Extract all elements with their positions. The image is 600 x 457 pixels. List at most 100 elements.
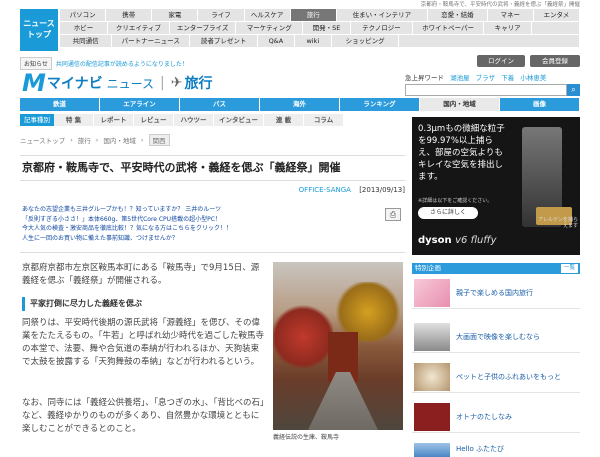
- special-picks-header: 特別企画 一覧: [412, 263, 580, 274]
- nav-item[interactable]: ライフ: [198, 9, 245, 21]
- pick-item[interactable]: Hello ふたたび: [412, 441, 580, 457]
- mynavi-mark-icon: M: [22, 69, 46, 97]
- nav-item[interactable]: マネー: [487, 9, 534, 21]
- nav-item[interactable]: パートナーニュース: [112, 35, 191, 47]
- pr-link[interactable]: 今大人気の検査・激安商品を徹底比較！？気になる方はこちらをクリック！！: [22, 224, 382, 234]
- nav-item[interactable]: 共同通信: [60, 35, 113, 47]
- article-type-nav: 記事種別 特 集 レポート レビュー ハウツー インタビュー 連 載 コラム: [20, 114, 344, 126]
- trending-link[interactable]: 湖池屋: [450, 74, 470, 82]
- photo-caption: 義経伝説の生庫、鞍馬寺: [273, 434, 340, 441]
- travel-tab[interactable]: 海外: [260, 98, 340, 111]
- ad-more-button[interactable]: さらに詳しく: [418, 207, 478, 219]
- print-icon[interactable]: ⎙: [385, 208, 401, 221]
- nav-empty: [532, 22, 580, 34]
- article-date: [2013/09/13]: [359, 186, 405, 194]
- article-photo[interactable]: [273, 262, 403, 430]
- advertisement[interactable]: 0.3μmもの微細な粒子を99.97%以上捕らえ、部屋の空気よりもキレイな空気を…: [412, 117, 580, 255]
- trending-link[interactable]: 下着: [501, 74, 514, 82]
- travel-tab[interactable]: 画像: [500, 98, 580, 111]
- breadcrumb-link[interactable]: ニューストップ: [20, 135, 65, 145]
- register-button[interactable]: 会員登録: [530, 55, 580, 67]
- travel-tab-active[interactable]: 国内・地域: [420, 98, 500, 111]
- breadcrumb: ニューストップ › 旅行 › 国内・地域 › 関西: [20, 134, 170, 146]
- nav-item[interactable]: 恋愛・結婚: [428, 9, 488, 21]
- nav-item-active[interactable]: 旅行: [290, 9, 337, 21]
- breadcrumb-current: 関西: [148, 134, 170, 146]
- article-type-item[interactable]: コラム: [304, 114, 344, 126]
- nav-item[interactable]: エンタープライズ: [169, 22, 237, 34]
- trending-label: 急上昇ワード: [405, 74, 444, 82]
- article-type-item[interactable]: インタビュー: [214, 114, 264, 126]
- nav-row-1: パソコン 携帯 家電 ライフ ヘルスケア 旅行 住まい・インテリア 恋愛・結婚 …: [60, 9, 580, 22]
- nav-item[interactable]: 開発・SE: [303, 22, 351, 34]
- pick-item[interactable]: オトナのたしなみ: [412, 401, 580, 433]
- nav-item[interactable]: パソコン: [60, 9, 107, 21]
- trending-words: 急上昇ワード 湖池屋 ブラザ 下着 小林恵美: [405, 72, 546, 82]
- news-top-label: ニュース トップ: [23, 19, 55, 39]
- nav-item[interactable]: 携帯: [106, 9, 153, 21]
- article-subheading: 平家打倒に尽力した義経を偲ぶ: [22, 297, 266, 311]
- nav-row-3: 共同通信 パートナーニュース 読者プレゼント Q&A wiki ショッピング: [60, 35, 580, 48]
- trending-link[interactable]: ブラザ: [476, 74, 496, 82]
- nav-item[interactable]: Q&A: [257, 35, 295, 47]
- news-top-button[interactable]: ニュース トップ: [20, 9, 58, 51]
- nav-item[interactable]: クリエイティブ: [107, 22, 170, 34]
- travel-tab[interactable]: エアライン: [100, 98, 180, 111]
- nav-item[interactable]: ヘルスケア: [244, 9, 291, 21]
- ad-note: アレルゲンを捕らえます: [537, 217, 578, 229]
- special-picks-all-button[interactable]: 一覧: [560, 264, 578, 273]
- pick-thumbnail: [414, 363, 450, 391]
- nav-item[interactable]: マーケティング: [236, 22, 304, 34]
- pick-thumbnail: [414, 403, 450, 431]
- pick-item[interactable]: 親子で楽しめる国内旅行: [412, 277, 580, 309]
- article-type-item[interactable]: 連 載: [264, 114, 304, 126]
- article-type-item[interactable]: レポート: [94, 114, 134, 126]
- notice-link[interactable]: 共同通信の配信記事が読めるようになりました！: [56, 59, 188, 68]
- nav-item[interactable]: エンタメ: [533, 9, 580, 21]
- pick-thumbnail: [414, 443, 450, 457]
- article-type-label: 記事種別: [20, 114, 54, 126]
- ad-small-text: ※詳細は以下をご確認ください。: [418, 198, 493, 204]
- pick-item[interactable]: 大画面で映像を楽しむなら: [412, 321, 580, 353]
- pick-item[interactable]: ペットと子供のふれあいをもっと: [412, 361, 580, 393]
- pr-link[interactable]: 「反則すぎる小ささ！」本体660g、第5世代Core CPU搭載の超小型PC！: [22, 215, 382, 225]
- travel-tab[interactable]: 鉄道: [20, 98, 100, 111]
- nav-item[interactable]: 読者プレゼント: [190, 35, 258, 47]
- article-type-item[interactable]: レビュー: [134, 114, 174, 126]
- search-input[interactable]: [405, 84, 567, 96]
- nav-item[interactable]: wiki: [294, 35, 332, 47]
- article-type-item[interactable]: 特 集: [54, 114, 94, 126]
- nav-item[interactable]: ホビー: [60, 22, 108, 34]
- travel-tab[interactable]: ランキング: [340, 98, 420, 111]
- nav-item[interactable]: キャリア: [484, 22, 533, 34]
- ad-text: 0.3μmもの微細な粒子を99.97%以上捕らえ、部屋の空気よりもキレイな空気を…: [418, 124, 505, 182]
- pick-label: ペットと子供のふれあいをもっと: [456, 373, 561, 381]
- breadcrumb-link[interactable]: 旅行: [78, 135, 91, 145]
- nav-item[interactable]: 住まい・インテリア: [336, 9, 429, 21]
- nav-item[interactable]: ホワイトペーパー: [412, 22, 485, 34]
- nav-empty: [399, 35, 580, 47]
- nav-item[interactable]: テクノロジー: [350, 22, 413, 34]
- notice-bar: お知らせ 共同通信の配信記事が読めるようになりました！: [20, 56, 188, 70]
- nav-item[interactable]: 家電: [152, 9, 199, 21]
- search-icon[interactable]: ⌕: [567, 84, 580, 96]
- photo-foliage: [273, 302, 333, 372]
- pr-link[interactable]: あなたの志望企業も三井グループかも！？知っていますか？ 三井のルーツ: [22, 205, 382, 215]
- travel-tab[interactable]: バス: [180, 98, 260, 111]
- article-source[interactable]: OFFICE-SANGA: [299, 186, 351, 194]
- article-title: 京都府・鞍馬寺で、平安時代の武将・義経を偲ぶ「義経祭」開催: [20, 155, 405, 181]
- site-logo[interactable]: M マイナビ ニュース | ✈ 旅行: [22, 69, 212, 97]
- pr-link[interactable]: 人生に一回のお買い物に備えた事前知識、つけませんか？: [22, 234, 382, 244]
- nav-item[interactable]: ショッピング: [331, 35, 400, 47]
- special-picks-title: 特別企画: [415, 264, 441, 272]
- article-type-item[interactable]: ハウツー: [174, 114, 214, 126]
- divider: [20, 252, 405, 253]
- airplane-icon: ✈: [170, 75, 183, 91]
- ad-brand: dyson v6 fluffy: [418, 235, 497, 246]
- breadcrumb-link[interactable]: 国内・地域: [103, 135, 136, 145]
- trending-link[interactable]: 小林恵美: [520, 74, 546, 82]
- page-path-text: 京都府・鞍馬寺で、平安時代の武将・義経を偲ぶ「義経祭」開催: [420, 2, 580, 8]
- article-paragraph: なお、同寺には「義経公供養塔」、「息つぎの水」、「背比べの石」など、義経ゆかりの…: [22, 398, 265, 434]
- article-paragraph: 同祭りは、平安時代後期の源氏武将「源義経」を偲び、その偉業をたたえるもの。「牛若…: [22, 318, 264, 367]
- login-button[interactable]: ログイン: [477, 55, 525, 67]
